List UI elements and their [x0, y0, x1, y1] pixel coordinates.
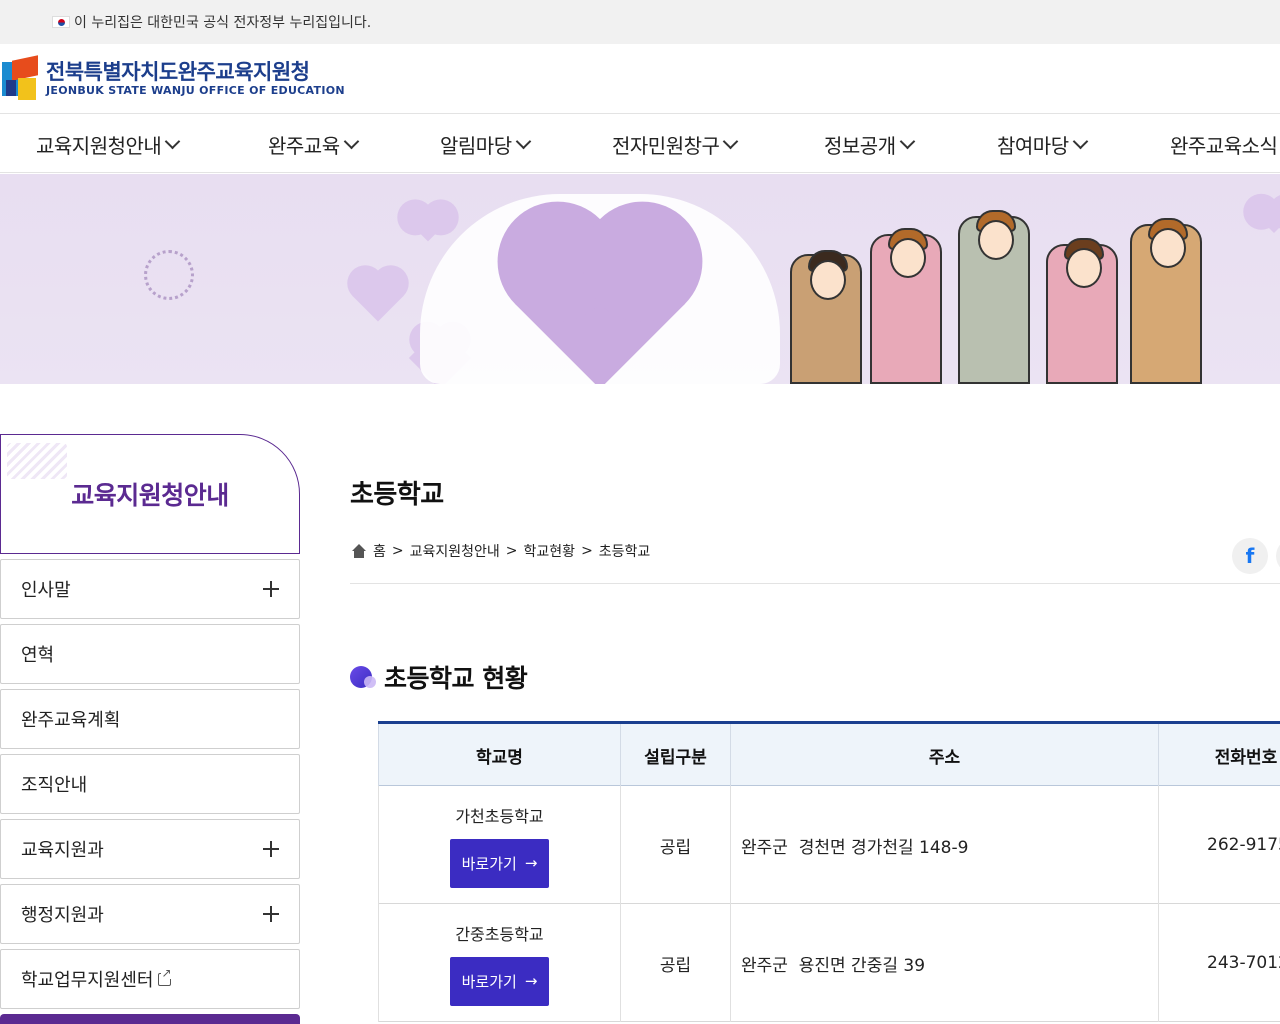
- table-row: 간중초등학교 바로가기→ 공립 완주군 용진면 간중길 39 243-7012: [378, 904, 1280, 1022]
- nav-item-civil-service[interactable]: 전자민원창구: [612, 115, 739, 172]
- logo-korean-name: 전북특별자치도완주교육지원청: [46, 60, 310, 84]
- page-title: 초등학교: [350, 480, 444, 510]
- logo-english-name: JEONBUK STATE WANJU OFFICE OF EDUCATION: [46, 84, 345, 97]
- school-name: 가천초등학교: [455, 806, 544, 826]
- goto-button[interactable]: 바로가기 →: [450, 838, 549, 888]
- chevron-down-icon: [899, 133, 915, 149]
- school-name: 간중초등학교: [455, 924, 544, 944]
- decorative-ring: [144, 250, 194, 300]
- plus-icon[interactable]: [263, 906, 279, 922]
- nav-item-news[interactable]: 완주교육소식: [1170, 115, 1278, 172]
- sidebar-item-admin-support[interactable]: 행정지원과: [0, 884, 300, 944]
- visual-banner: [0, 174, 1280, 384]
- gov-notice-text: 이 누리집은 대한민국 공식 전자정부 누리집입니다.: [74, 15, 372, 31]
- school-phone: 243-7012: [1207, 953, 1280, 973]
- breadcrumb-current: 초등학교: [598, 544, 651, 560]
- school-address: 완주군 경천면 경가천길 148-9: [731, 786, 1159, 904]
- column-header-address: 주소: [731, 724, 1159, 786]
- bullet-dot-icon: [350, 664, 376, 690]
- sidebar-item-active[interactable]: [0, 1014, 300, 1024]
- chevron-down-icon: [1072, 133, 1088, 149]
- nav-item-information[interactable]: 정보공개: [824, 115, 915, 172]
- sidebar-item-education-plan[interactable]: 완주교육계획: [0, 689, 300, 749]
- heart-icon: [409, 204, 447, 242]
- external-link-icon: [158, 966, 172, 986]
- site-logo[interactable]: 전북특별자치도완주교육지원청 JEONBUK STATE WANJU OFFIC…: [0, 55, 345, 102]
- school-phone: 262-9175: [1207, 835, 1280, 855]
- nav-item-participation[interactable]: 참여마당: [997, 115, 1088, 172]
- school-name-cell: 가천초등학교 바로가기 →: [378, 786, 621, 904]
- nav-item-notice[interactable]: 알림마당: [440, 115, 531, 172]
- nav-item-wanju-education[interactable]: 완주교육: [268, 115, 359, 172]
- arrow-right-icon: →: [524, 854, 538, 872]
- school-table: 학교명 설립구분 주소 전화번호 가천초등학교 바로가기 → 공립 완주군 경천면…: [378, 721, 1280, 1022]
- column-header-type: 설립구분: [621, 724, 731, 786]
- nav-item-about[interactable]: 교육지원청안내: [36, 115, 181, 172]
- breadcrumb-about[interactable]: 교육지원청안내: [410, 541, 500, 561]
- breadcrumb: 홈 > 교육지원청안내 > 학교현황 > 초등학교: [350, 541, 650, 561]
- home-icon: [350, 544, 368, 558]
- chevron-down-icon: [165, 133, 181, 149]
- students-illustration: [790, 204, 1230, 384]
- column-header-phone: 전화번호: [1214, 747, 1278, 768]
- school-name-cell: 간중초등학교 바로가기 →: [378, 904, 621, 1022]
- plus-icon[interactable]: [263, 841, 279, 857]
- divider: [350, 583, 1280, 584]
- sidebar-item-history[interactable]: 연혁: [0, 624, 300, 684]
- breadcrumb-home[interactable]: 홈: [373, 541, 386, 561]
- breadcrumb-school-status[interactable]: 학교현황: [524, 541, 576, 561]
- heart-icon: [352, 270, 404, 322]
- sidebar-item-organization[interactable]: 조직안내: [0, 754, 300, 814]
- gov-notice-bar: 이 누리집은 대한민국 공식 전자정부 누리집입니다.: [0, 0, 1280, 44]
- facebook-share-icon[interactable]: f: [1232, 538, 1268, 574]
- korea-flag-icon: [52, 16, 70, 28]
- sidebar-item-greeting[interactable]: 인사말: [0, 559, 300, 619]
- share-icon[interactable]: [1276, 538, 1280, 574]
- table-row: 가천초등학교 바로가기 → 공립 완주군 경천면 경가천길 148-9 262-9…: [378, 786, 1280, 904]
- chevron-down-icon: [343, 133, 359, 149]
- school-address: 완주군 용진면 간중길 39: [731, 904, 1159, 1022]
- sidebar-item-education-support[interactable]: 교육지원과: [0, 819, 300, 879]
- plus-icon[interactable]: [263, 581, 279, 597]
- logo-mark-icon: [0, 55, 42, 102]
- chevron-down-icon: [723, 133, 739, 149]
- chevron-down-icon: [515, 133, 531, 149]
- sidebar-title: 교육지원청안내: [0, 434, 300, 554]
- school-type: 공립: [621, 904, 731, 1022]
- heart-icon: [1257, 199, 1280, 233]
- arrow-right-icon: →: [524, 972, 538, 990]
- school-type: 공립: [621, 786, 731, 904]
- main-nav: 교육지원청안내 완주교육 알림마당 전자민원창구 정보공개 참여마당 완주교육소…: [0, 115, 1280, 173]
- goto-button[interactable]: 바로가기 →: [450, 956, 549, 1006]
- table-header: 학교명 설립구분 주소 전화번호: [378, 724, 1280, 786]
- sidebar-item-school-support-center[interactable]: 학교업무지원센터: [0, 949, 300, 1009]
- column-header-name: 학교명: [378, 724, 621, 786]
- site-header: 전북특별자치도완주교육지원청 JEONBUK STATE WANJU OFFIC…: [0, 44, 1280, 114]
- section-title: 초등학교 현황: [350, 659, 528, 695]
